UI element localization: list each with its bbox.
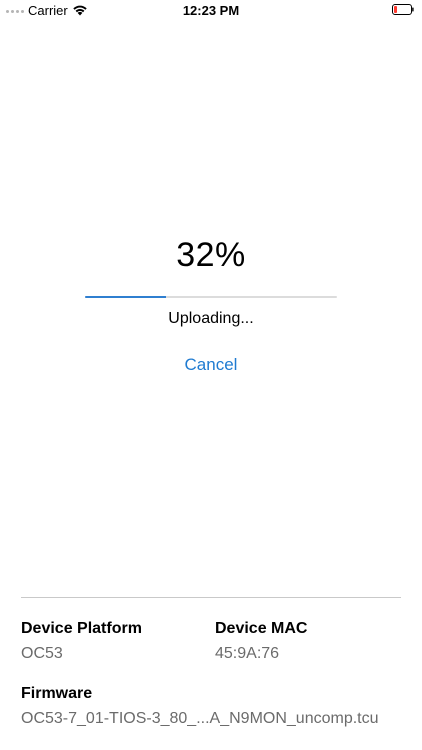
battery-icon xyxy=(392,4,414,15)
upload-status-text: Uploading... xyxy=(168,310,254,327)
device-mac-value: 45:9A:76 xyxy=(215,645,280,662)
upload-progress-fill xyxy=(85,296,166,298)
upload-progress-bar xyxy=(85,296,337,298)
firmware-value: OC53-7_01-TIOS-3_80_...A_N9MON_uncomp.tc… xyxy=(21,710,379,727)
status-time: 12:23 PM xyxy=(182,3,240,18)
cancel-button[interactable]: Cancel xyxy=(161,355,261,375)
divider xyxy=(21,597,401,598)
device-platform-value: OC53 xyxy=(21,645,63,662)
upload-percentage: 32% xyxy=(176,236,246,274)
status-bar: Carrier 12:23 PM xyxy=(0,0,422,22)
device-platform-label: Device Platform xyxy=(21,620,142,637)
firmware-label: Firmware xyxy=(21,685,93,702)
device-mac-label: Device MAC xyxy=(215,620,308,637)
